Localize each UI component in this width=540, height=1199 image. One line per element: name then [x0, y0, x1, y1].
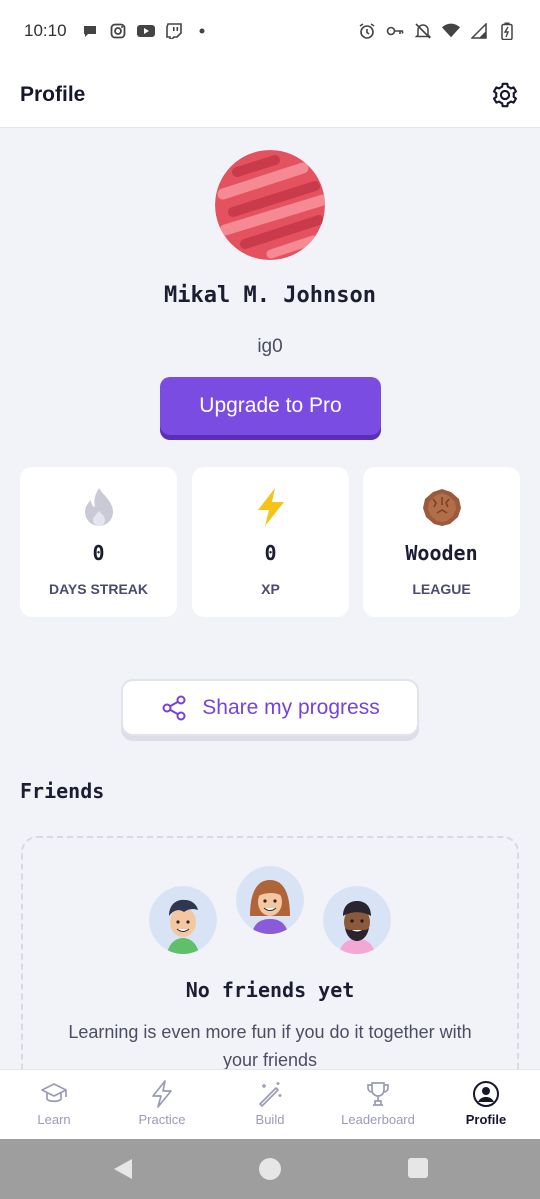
status-time: 10:10 [24, 21, 67, 40]
stat-value: 0 [92, 541, 105, 565]
wooden-badge-icon [363, 487, 520, 527]
no-friends-description: Learning is even more fun if you do it t… [68, 1022, 472, 1070]
nav-label: Leaderboard [341, 1112, 415, 1127]
nav-label: Learn [37, 1112, 71, 1127]
twitch-icon [165, 22, 183, 40]
page-title: Profile [20, 82, 86, 106]
stat-card-xp: 0 XP [192, 467, 349, 617]
upgrade-to-pro-button[interactable]: Upgrade to Pro [160, 377, 381, 435]
gear-icon[interactable] [490, 80, 520, 110]
share-progress-button[interactable]: Share my progress [121, 679, 419, 736]
flame-icon [20, 487, 177, 527]
nav-item-build[interactable]: Build [216, 1070, 324, 1139]
chat-icon [81, 22, 99, 40]
app-header: Profile [0, 62, 540, 128]
friend-illustration-1 [149, 886, 217, 954]
stat-label: DAYS STREAK [48, 581, 149, 597]
home-icon[interactable] [258, 1157, 282, 1186]
nav-label: Profile [465, 1112, 507, 1127]
battery-icon [498, 22, 516, 40]
trophy-icon [364, 1080, 392, 1108]
nav-item-practice[interactable]: Practice [108, 1070, 216, 1139]
recents-icon[interactable] [407, 1157, 429, 1184]
friend-illustration-3 [323, 886, 391, 954]
signal-icon [470, 22, 488, 40]
status-bar: 10:10 [0, 0, 540, 62]
nav-label: Practice [138, 1112, 186, 1127]
avatar[interactable] [215, 150, 325, 260]
profile-name: Mikal M. Johnson [164, 283, 376, 308]
nav-label: Build [255, 1112, 285, 1127]
system-navigation-bar [0, 1139, 540, 1199]
stat-card-league: Wooden LEAGUE [363, 467, 520, 617]
alarm-icon [358, 22, 376, 40]
key-icon [386, 22, 404, 40]
notification-icons [81, 22, 211, 40]
no-friends-title: No friends yet [185, 978, 355, 1002]
nav-item-learn[interactable]: Learn [0, 1070, 108, 1139]
wifi-icon [442, 22, 460, 40]
stat-value: Wooden [405, 541, 478, 565]
stat-label: XP [261, 581, 280, 597]
magic-wand-icon [256, 1080, 284, 1108]
stat-card-streak: 0 DAYS STREAK [20, 467, 177, 617]
user-circle-icon [472, 1080, 500, 1108]
lightning-icon [192, 487, 349, 527]
youtube-icon [136, 22, 155, 40]
share-label: Share my progress [202, 695, 380, 719]
friend-illustration-2 [236, 866, 304, 934]
lightning-outline-icon [148, 1080, 176, 1108]
stat-label: LEAGUE [412, 581, 471, 597]
friends-heading: Friends [20, 779, 105, 803]
nav-item-profile[interactable]: Profile [432, 1070, 540, 1139]
dot-icon [193, 22, 211, 40]
mute-icon [414, 22, 432, 40]
bottom-nav: Learn Practice Build Leaderboard Profile [0, 1069, 540, 1139]
share-icon [160, 694, 188, 722]
instagram-icon [109, 22, 127, 40]
stat-value: 0 [264, 541, 277, 565]
graduation-cap-icon [40, 1080, 68, 1108]
profile-username: ig0 [257, 336, 283, 357]
system-icons [358, 22, 516, 40]
nav-item-leaderboard[interactable]: Leaderboard [324, 1070, 432, 1139]
back-icon[interactable] [112, 1157, 134, 1186]
